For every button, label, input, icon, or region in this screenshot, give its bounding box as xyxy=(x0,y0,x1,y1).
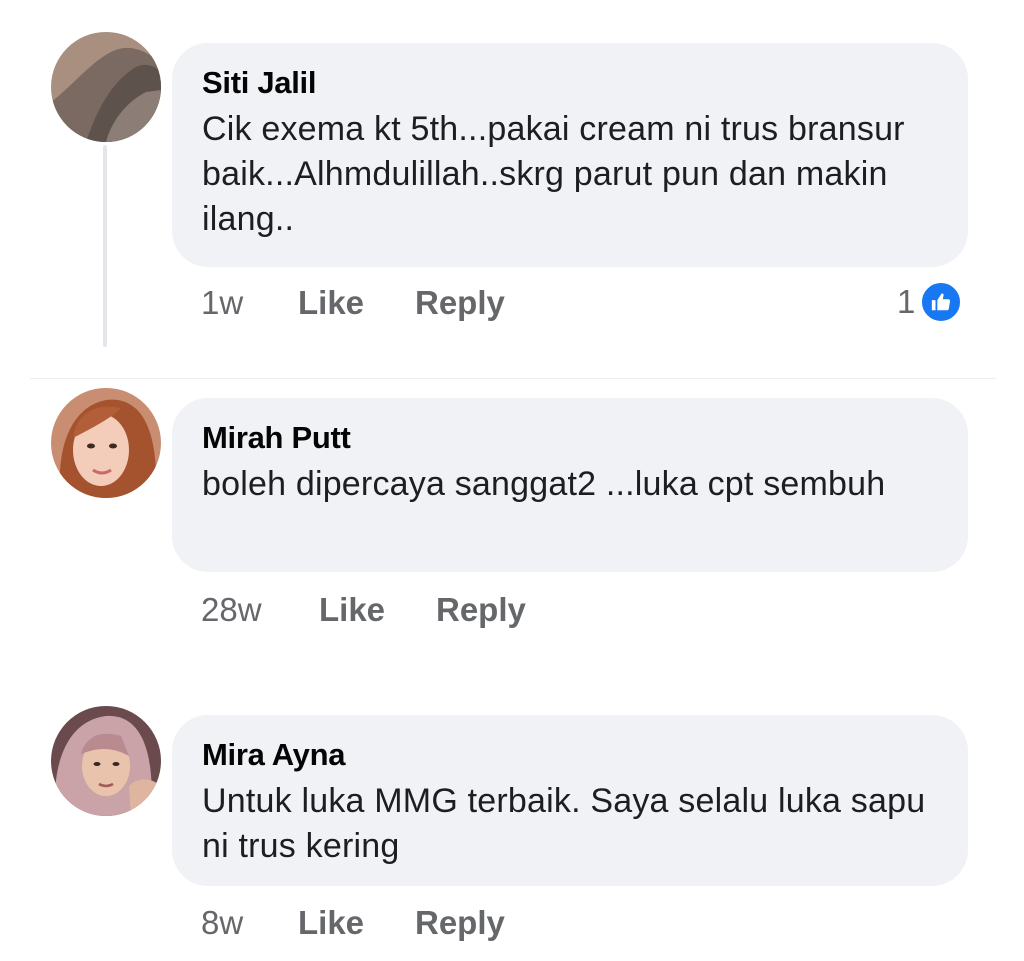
comment-timestamp[interactable]: 1w xyxy=(201,284,243,322)
comment-bubble: Mira Ayna Untuk luka MMG terbaik. Saya s… xyxy=(172,715,968,886)
like-button[interactable]: Like xyxy=(319,591,385,629)
comment-author[interactable]: Mirah Putt xyxy=(202,420,938,456)
comment-author[interactable]: Mira Ayna xyxy=(202,737,938,773)
comment-text: Untuk luka MMG terbaik. Saya selalu luka… xyxy=(202,782,926,865)
avatar[interactable] xyxy=(51,32,161,142)
reply-button[interactable]: Reply xyxy=(436,591,526,629)
comment-divider xyxy=(30,378,996,379)
comment-text: boleh dipercaya sanggat2 ...luka cpt sem… xyxy=(202,465,886,503)
avatar[interactable] xyxy=(51,706,161,816)
reply-button[interactable]: Reply xyxy=(415,284,505,322)
avatar[interactable] xyxy=(51,388,161,498)
like-button[interactable]: Like xyxy=(298,284,364,322)
comment-bubble: Mirah Putt boleh dipercaya sanggat2 ...l… xyxy=(172,398,968,572)
reply-thread-line xyxy=(103,145,107,347)
comment-text: Cik exema kt 5th...pakai cream ni trus b… xyxy=(202,110,905,238)
avatar-image xyxy=(51,388,161,498)
reply-button[interactable]: Reply xyxy=(415,904,505,942)
comment-author[interactable]: Siti Jalil xyxy=(202,65,938,101)
like-icon xyxy=(919,280,964,324)
avatar-image xyxy=(51,32,161,142)
like-button[interactable]: Like xyxy=(298,904,364,942)
avatar-image xyxy=(51,706,161,816)
comment-timestamp[interactable]: 8w xyxy=(201,904,243,942)
comment-timestamp[interactable]: 28w xyxy=(201,591,262,629)
comment-bubble: Siti Jalil Cik exema kt 5th...pakai crea… xyxy=(172,43,968,267)
reaction-summary[interactable]: 1 xyxy=(897,280,964,324)
reaction-count: 1 xyxy=(897,283,916,320)
